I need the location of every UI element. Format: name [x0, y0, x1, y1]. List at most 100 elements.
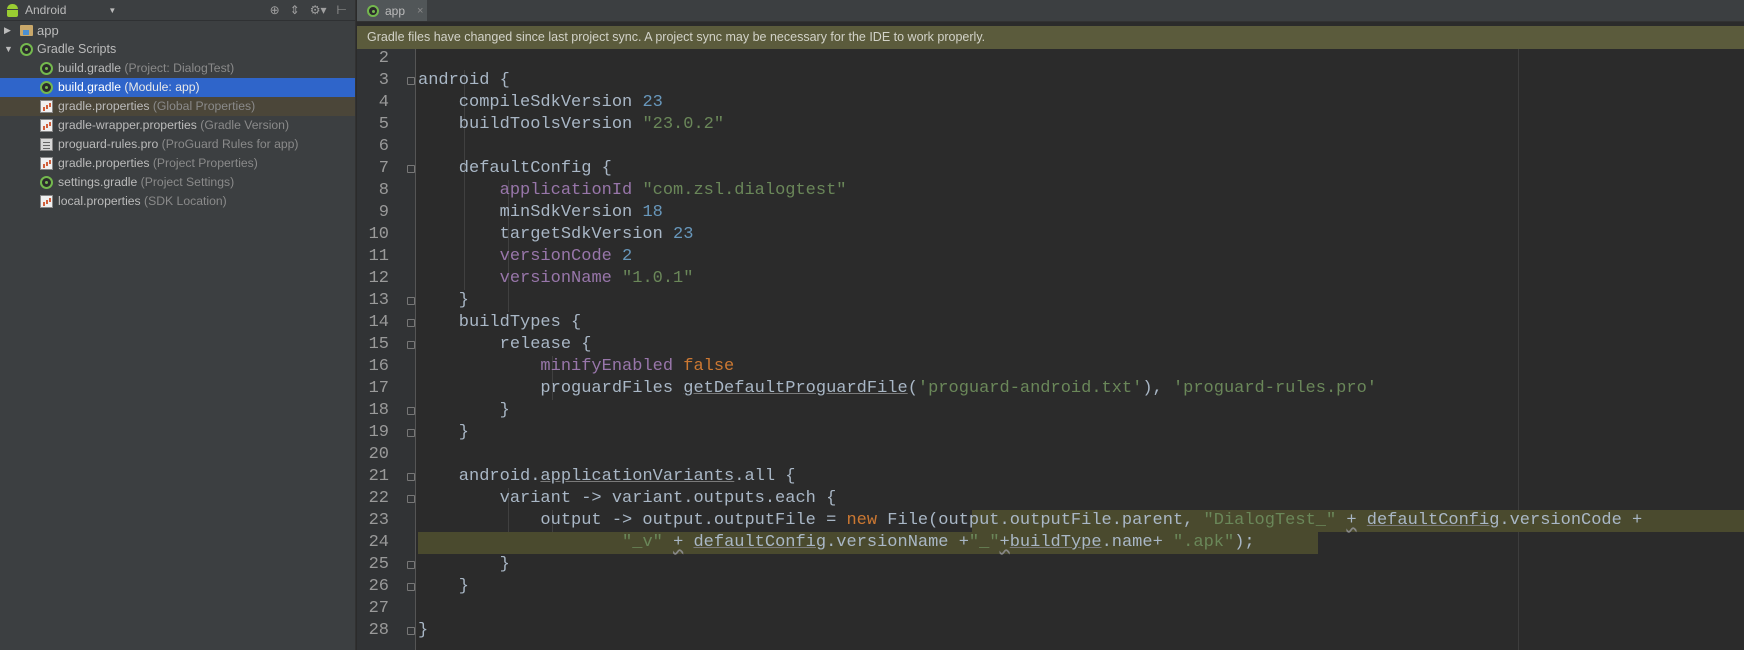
expanded-arrow-icon[interactable]: ▼	[4, 40, 13, 59]
line-number: 27	[368, 599, 389, 618]
gradle-icon	[367, 4, 379, 17]
tree-item[interactable]: ▶ app	[0, 21, 355, 40]
tree-item-label: gradle.properties (Project Properties)	[58, 156, 258, 170]
tab-app[interactable]: app ×	[357, 0, 427, 21]
code-token: defaultConfig	[1366, 511, 1500, 530]
tree-item[interactable]: gradle.properties (Project Properties)	[0, 154, 355, 173]
properties-icon	[40, 157, 53, 170]
code-token: "23.0.2"	[642, 115, 725, 134]
tree-item-hint: (ProGuard Rules for app)	[161, 137, 299, 151]
fold-marker-icon[interactable]	[407, 165, 415, 173]
fold-marker-icon[interactable]	[407, 583, 415, 591]
code-token: }	[418, 423, 470, 442]
project-tree: ▶ app ▼ Gradle Scripts build.gradle (Project…	[0, 21, 355, 211]
code-token: "com.zsl.dialogtest"	[642, 181, 847, 200]
tree-item[interactable]: gradle-wrapper.properties (Gradle Versio…	[0, 116, 355, 135]
tree-item[interactable]: build.gradle (Project: DialogTest)	[0, 59, 355, 78]
code-line: release {	[418, 334, 592, 356]
code-line: output -> output.outputFile = new File(o…	[418, 510, 1642, 532]
code-token: }	[418, 291, 470, 310]
code-line: versionName "1.0.1"	[418, 268, 694, 290]
tree-item[interactable]: ▼ Gradle Scripts	[0, 40, 355, 59]
code-line: }	[418, 620, 428, 642]
code-token: android {	[418, 71, 510, 90]
fold-marker-icon[interactable]	[407, 473, 415, 481]
code-token: 23	[642, 93, 663, 112]
project-view-selector[interactable]: Android ▼	[6, 2, 116, 18]
hide-icon[interactable]: ⊢	[337, 2, 347, 18]
gradle-icon	[40, 62, 53, 75]
collapsed-arrow-icon[interactable]: ▶	[4, 21, 11, 40]
close-icon[interactable]: ×	[417, 5, 423, 17]
fold-marker-icon[interactable]	[407, 495, 415, 503]
code-token: new	[846, 511, 878, 530]
tree-item[interactable]: gradle.properties (Global Properties)	[0, 97, 355, 116]
fold-marker-icon[interactable]	[407, 561, 415, 569]
tree-item-label: gradle.properties (Global Properties)	[58, 99, 256, 113]
tree-item[interactable]: settings.gradle (Project Settings)	[0, 173, 355, 192]
line-number: 2	[378, 49, 389, 68]
fold-marker-icon[interactable]	[407, 407, 415, 415]
code-token: compileSdkVersion	[418, 93, 643, 112]
code-token: .all {	[734, 467, 796, 486]
fold-marker-icon[interactable]	[407, 319, 415, 327]
fold-marker-icon[interactable]	[407, 77, 415, 85]
fold-marker-icon[interactable]	[407, 429, 415, 437]
target-icon[interactable]: ⊕	[270, 2, 280, 18]
editor-area: app × Gradle files have changed since la…	[357, 0, 1744, 650]
code-token: ".apk"	[1172, 533, 1235, 552]
code-line: minifyEnabled false	[418, 356, 734, 378]
code-token: proguardFiles	[418, 379, 684, 398]
sync-notification-banner: Gradle files have changed since last pro…	[357, 26, 1744, 49]
code-line: android.applicationVariants.all {	[418, 466, 796, 488]
line-number: 18	[368, 401, 389, 420]
line-number: 19	[368, 423, 389, 442]
code-token: buildType	[1009, 533, 1102, 552]
code-token: (	[907, 379, 918, 398]
code-editor[interactable]: 2 3 4 5 6 7 8 9 10 11 12 13 14 15 16 17 18 19 20 21 22 23 24 25…	[357, 49, 1744, 650]
collapse-icon[interactable]: ⇕	[290, 2, 300, 18]
tree-item[interactable]: local.properties (SDK Location)	[0, 192, 355, 211]
code-line: applicationId "com.zsl.dialogtest"	[418, 180, 847, 202]
tree-item-hint: (SDK Location)	[144, 194, 227, 208]
line-number: 26	[368, 577, 389, 596]
properties-icon	[40, 100, 53, 113]
code-token: File(output.outputFile.parent,	[877, 511, 1204, 530]
tree-item[interactable]: build.gradle (Module: app)	[0, 78, 355, 97]
code-token: defaultConfig	[693, 533, 827, 552]
tree-item-label: Gradle Scripts	[37, 42, 117, 56]
tree-item-hint: (Project: DialogTest)	[124, 61, 235, 75]
tree-item-hint: (Project Properties)	[152, 156, 258, 170]
tree-item-hint: (Module: app)	[124, 80, 200, 94]
code-token: android.	[418, 467, 541, 486]
fold-marker-icon[interactable]	[407, 297, 415, 305]
code-token: +	[999, 533, 1010, 552]
gear-icon[interactable]: ⚙▾	[310, 2, 327, 18]
code-line: buildToolsVersion "23.0.2"	[418, 114, 724, 136]
tree-item-hint: (Project Settings)	[140, 175, 235, 189]
fold-marker-icon[interactable]	[407, 341, 415, 349]
code-token: targetSdkVersion	[418, 225, 674, 244]
folder-icon	[20, 25, 33, 36]
chevron-down-icon: ▼	[108, 5, 117, 15]
code-line: }	[418, 554, 510, 576]
fold-marker-icon[interactable]	[407, 627, 415, 635]
code-line: }	[418, 400, 510, 422]
line-number: 21	[368, 467, 389, 486]
code-line: variant -> variant.outputs.each {	[418, 488, 837, 510]
code-token: buildToolsVersion	[418, 115, 643, 134]
code-token: "DialogTest_"	[1203, 511, 1337, 530]
code-token: output -> output.outputFile =	[418, 511, 847, 530]
tree-item[interactable]: proguard-rules.pro (ProGuard Rules for a…	[0, 135, 355, 154]
line-number: 3	[378, 71, 389, 90]
project-toolbar: Android ▼ ⊕ ⇕ ⚙▾ ⊢	[0, 0, 355, 21]
code-token: 18	[642, 203, 663, 222]
